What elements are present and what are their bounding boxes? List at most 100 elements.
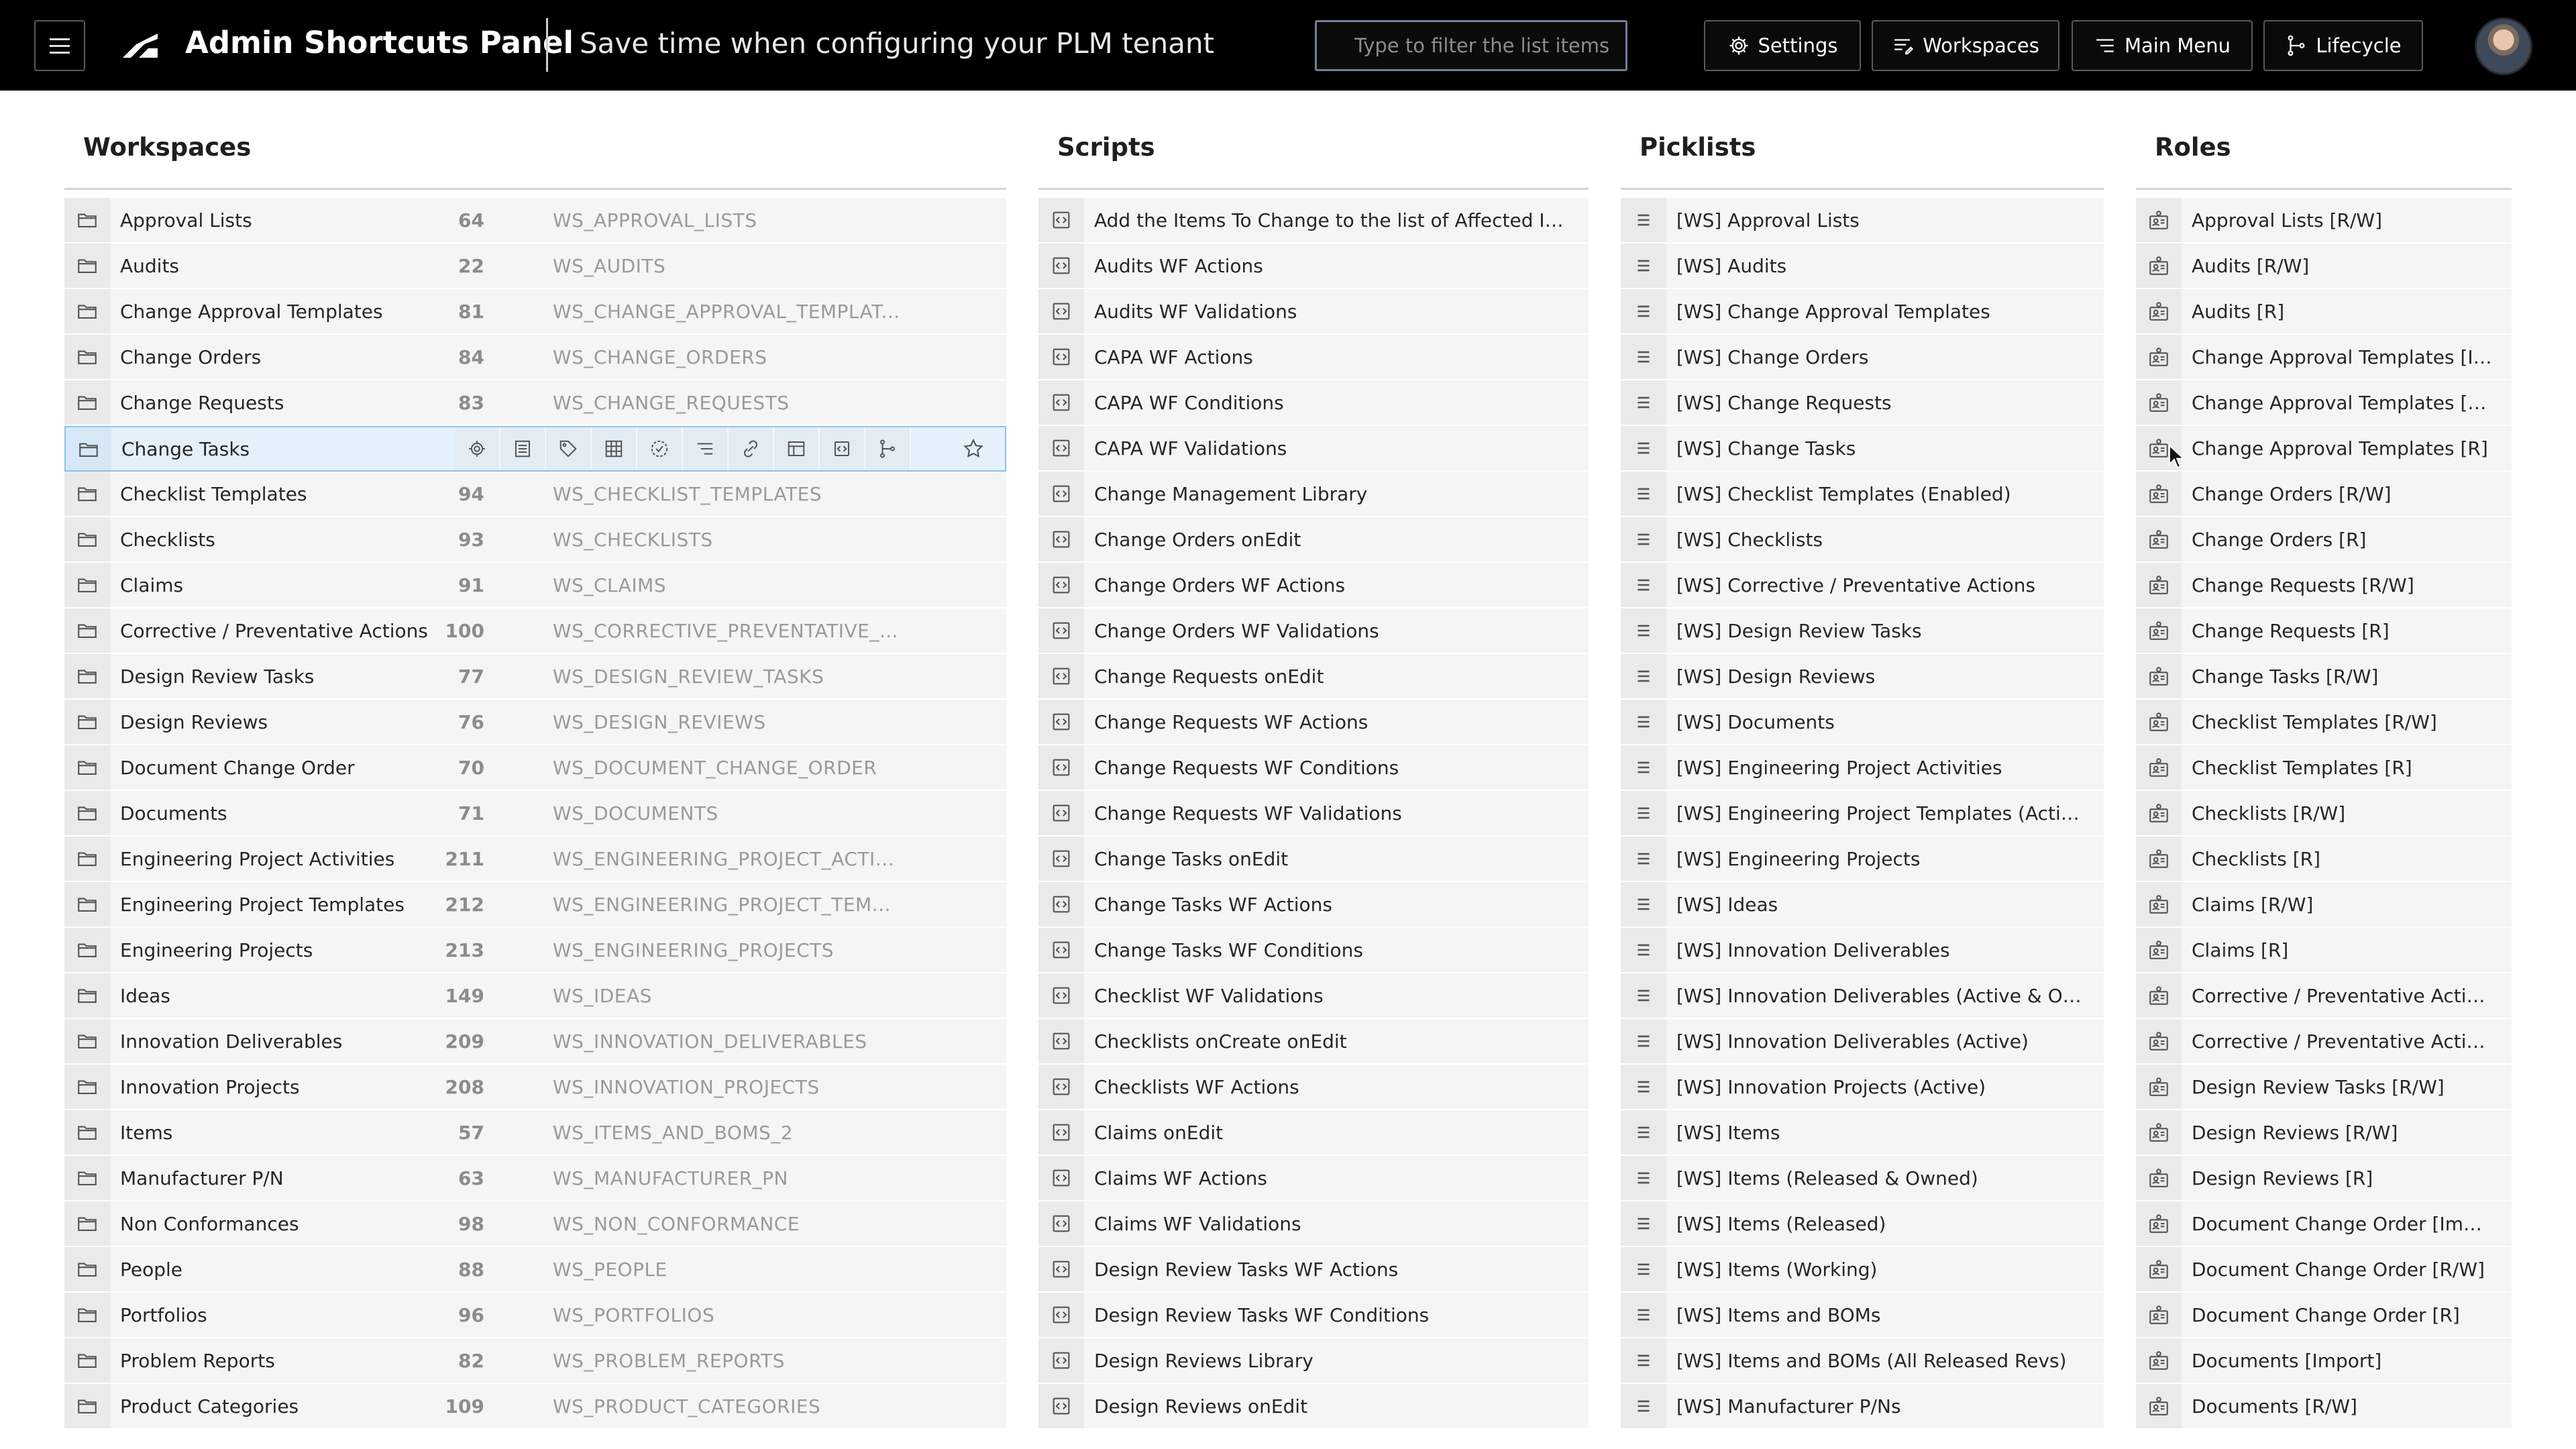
workspace-row[interactable]: Innovation Projects 208 WS_INNOVATION_PROJ… xyxy=(64,1065,1006,1110)
workspace-row[interactable]: Product Categories 109 WS_PRODUCT_CATEGORI… xyxy=(64,1384,1006,1430)
script-row[interactable]: Change Orders WF Validations xyxy=(1038,608,1589,654)
script-icon[interactable] xyxy=(820,427,865,470)
workspace-row[interactable]: Ideas 149 WS_IDEAS xyxy=(64,973,1006,1019)
workspace-row[interactable]: Innovation Deliverables 209 WS_INNOVATION_… xyxy=(64,1019,1006,1065)
picklist-row[interactable]: [WS] Items xyxy=(1621,1110,2104,1156)
workspace-row[interactable]: Corrective / Preventative Actions 100 WS_C… xyxy=(64,608,1006,654)
role-row[interactable]: Design Review Tasks [R/W] xyxy=(2136,1065,2512,1110)
picklist-row[interactable]: [WS] Change Tasks xyxy=(1621,426,2104,472)
workspace-row[interactable]: Document Change Order 70 WS_DOCUMENT_CHANG… xyxy=(64,745,1006,791)
workspace-row[interactable]: People 88 WS_PEOPLE xyxy=(64,1247,1006,1293)
script-row[interactable]: Design Review Tasks WF Actions xyxy=(1038,1247,1589,1293)
workspace-row[interactable]: Engineering Project Activities 211 WS_ENGI… xyxy=(64,837,1006,882)
workspace-row[interactable]: Design Reviews 76 WS_DESIGN_REVIEWS xyxy=(64,700,1006,745)
main-menu-button[interactable]: Main Menu xyxy=(2072,20,2253,71)
workspace-row[interactable]: Items 57 WS_ITEMS_AND_BOMS_2 xyxy=(64,1110,1006,1156)
details-icon[interactable] xyxy=(500,427,546,470)
workspace-row[interactable]: Change Requests 83 WS_CHANGE_REQUESTS xyxy=(64,380,1006,426)
script-row[interactable]: Design Reviews Library xyxy=(1038,1338,1589,1384)
user-avatar[interactable] xyxy=(2475,17,2532,75)
role-row[interactable]: Document Change Order [R] xyxy=(2136,1293,2512,1338)
workspace-row[interactable]: Documents 71 WS_DOCUMENTS xyxy=(64,791,1006,837)
script-row[interactable]: Change Tasks WF Actions xyxy=(1038,882,1589,928)
picklist-row[interactable]: [WS] Checklist Templates (Enabled) xyxy=(1621,472,2104,517)
script-row[interactable]: Design Review Tasks WF Conditions xyxy=(1038,1293,1589,1338)
role-row[interactable]: Checklists [R/W] xyxy=(2136,791,2512,837)
picklist-row[interactable]: [WS] Documents xyxy=(1621,700,2104,745)
star-icon[interactable] xyxy=(962,427,985,470)
lifecycle-icon[interactable] xyxy=(865,427,911,470)
picklist-row[interactable]: [WS] Items and BOMs xyxy=(1621,1293,2104,1338)
script-row[interactable]: Change Management Library xyxy=(1038,472,1589,517)
workspace-row[interactable]: Checklists 93 WS_CHECKLISTS xyxy=(64,517,1006,563)
script-row[interactable]: Claims onEdit xyxy=(1038,1110,1589,1156)
tag-icon[interactable] xyxy=(546,427,592,470)
picklist-row[interactable]: [WS] Engineering Project Activities xyxy=(1621,745,2104,791)
picklist-row[interactable]: [WS] Manufacturer P/Ns xyxy=(1621,1384,2104,1430)
role-row[interactable]: Change Requests [R] xyxy=(2136,608,2512,654)
picklist-row[interactable]: [WS] Audits xyxy=(1621,244,2104,289)
role-row[interactable]: Change Approval Templates [R] xyxy=(2136,426,2512,472)
grid-icon[interactable] xyxy=(592,427,637,470)
workflow-check-icon[interactable] xyxy=(637,427,683,470)
hamburger-menu-button[interactable] xyxy=(34,20,85,71)
picklist-row[interactable]: [WS] Innovation Deliverables (Active & O… xyxy=(1621,973,2104,1019)
role-row[interactable]: Document Change Order [Import] xyxy=(2136,1201,2512,1247)
role-row[interactable]: Claims [R] xyxy=(2136,928,2512,973)
lifecycle-button[interactable]: Lifecycle xyxy=(2263,20,2423,71)
script-row[interactable]: Audits WF Validations xyxy=(1038,289,1589,335)
script-row[interactable]: Change Requests WF Conditions xyxy=(1038,745,1589,791)
workspace-row[interactable]: Manufacturer P/N 63 WS_MANUFACTURER_PN xyxy=(64,1156,1006,1201)
workspace-row[interactable]: Design Review Tasks 77 WS_DESIGN_REVIEW_TA… xyxy=(64,654,1006,700)
picklist-row[interactable]: [WS] Items and BOMs (All Released Revs) xyxy=(1621,1338,2104,1384)
script-row[interactable]: Change Requests onEdit xyxy=(1038,654,1589,700)
role-row[interactable]: Document Change Order [R/W] xyxy=(2136,1247,2512,1293)
script-row[interactable]: Change Requests WF Actions xyxy=(1038,700,1589,745)
picklist-row[interactable]: [WS] Approval Lists xyxy=(1621,198,2104,244)
role-row[interactable]: Corrective / Preventative Actions... xyxy=(2136,1019,2512,1065)
role-row[interactable]: Checklists [R] xyxy=(2136,837,2512,882)
workspace-row[interactable]: Checklist Templates 94 WS_CHECKLIST_TEMPLA… xyxy=(64,472,1006,517)
script-row[interactable]: Change Orders WF Actions xyxy=(1038,563,1589,608)
picklist-row[interactable]: [WS] Innovation Projects (Active) xyxy=(1621,1065,2104,1110)
role-row[interactable]: Approval Lists [R/W] xyxy=(2136,198,2512,244)
workspace-row[interactable]: Change Orders 84 WS_CHANGE_ORDERS xyxy=(64,335,1006,380)
picklist-row[interactable]: [WS] Design Review Tasks xyxy=(1621,608,2104,654)
role-row[interactable]: Change Orders [R] xyxy=(2136,517,2512,563)
workspace-row[interactable]: Engineering Projects 213 WS_ENGINEERING_PR… xyxy=(64,928,1006,973)
picklist-row[interactable]: [WS] Items (Released & Owned) xyxy=(1621,1156,2104,1201)
workspace-row[interactable]: Portfolios 96 WS_PORTFOLIOS xyxy=(64,1293,1006,1338)
script-row[interactable]: Change Tasks onEdit xyxy=(1038,837,1589,882)
script-row[interactable]: CAPA WF Validations xyxy=(1038,426,1589,472)
picklist-row[interactable]: [WS] Innovation Deliverables (Active) xyxy=(1621,1019,2104,1065)
workspace-row[interactable]: Engineering Project Templates 212 WS_ENGIN… xyxy=(64,882,1006,928)
picklist-row[interactable]: [WS] Engineering Project Templates (Acti… xyxy=(1621,791,2104,837)
script-row[interactable]: Add the Items To Change to the list of A… xyxy=(1038,198,1589,244)
role-row[interactable]: Change Approval Templates [Im... xyxy=(2136,335,2512,380)
script-row[interactable]: Claims WF Actions xyxy=(1038,1156,1589,1201)
role-row[interactable]: Audits [R] xyxy=(2136,289,2512,335)
workspace-row[interactable]: Problem Reports 82 WS_PROBLEM_REPORTS xyxy=(64,1338,1006,1384)
role-row[interactable]: Audits [R/W] xyxy=(2136,244,2512,289)
role-row[interactable]: Corrective / Preventative Actions... xyxy=(2136,973,2512,1019)
script-row[interactable]: Checklists onCreate onEdit xyxy=(1038,1019,1589,1065)
script-row[interactable]: Claims WF Validations xyxy=(1038,1201,1589,1247)
role-row[interactable]: Checklist Templates [R] xyxy=(2136,745,2512,791)
script-row[interactable]: CAPA WF Actions xyxy=(1038,335,1589,380)
picklist-row[interactable]: [WS] Ideas xyxy=(1621,882,2104,928)
role-row[interactable]: Documents [Import] xyxy=(2136,1338,2512,1384)
role-row[interactable]: Design Reviews [R] xyxy=(2136,1156,2512,1201)
script-row[interactable]: Checklist WF Validations xyxy=(1038,973,1589,1019)
workspaces-button[interactable]: Workspaces xyxy=(1872,20,2059,71)
picklist-row[interactable]: [WS] Items (Working) xyxy=(1621,1247,2104,1293)
role-row[interactable]: Change Tasks [R/W] xyxy=(2136,654,2512,700)
script-row[interactable]: Change Tasks WF Conditions xyxy=(1038,928,1589,973)
script-row[interactable]: Audits WF Actions xyxy=(1038,244,1589,289)
table-icon[interactable] xyxy=(774,427,820,470)
role-row[interactable]: Checklist Templates [R/W] xyxy=(2136,700,2512,745)
workspace-row[interactable]: Change Approval Templates 81 WS_CHANGE_APP… xyxy=(64,289,1006,335)
workspace-row[interactable]: Audits 22 WS_AUDITS xyxy=(64,244,1006,289)
workspace-row[interactable]: Approval Lists 64 WS_APPROVAL_LISTS xyxy=(64,198,1006,244)
role-row[interactable]: Change Orders [R/W] xyxy=(2136,472,2512,517)
picklist-row[interactable]: [WS] Items (Released) xyxy=(1621,1201,2104,1247)
